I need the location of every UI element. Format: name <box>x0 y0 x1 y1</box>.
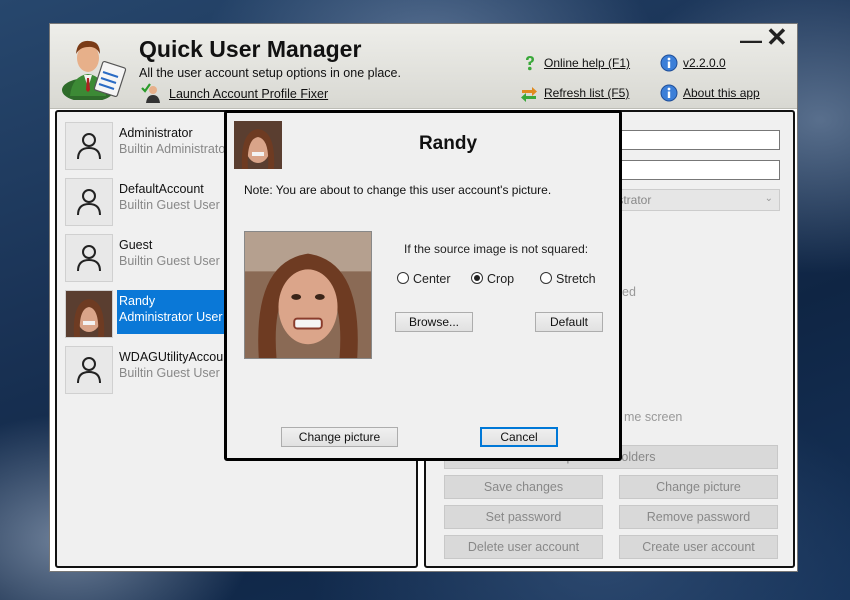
user-silhouette-icon <box>77 357 101 384</box>
radio-label: Stretch <box>556 272 596 286</box>
close-button[interactable]: ✕ <box>766 24 788 50</box>
avatar <box>65 178 113 226</box>
remove-password-button[interactable]: Remove password <box>619 505 778 529</box>
app-header: Quick User Manager All the user account … <box>50 24 797 109</box>
chevron-down-icon: ⌄ <box>764 193 773 204</box>
user-list-item[interactable]: WDAGUtilityAccount Builtin Guest User <box>65 346 235 396</box>
radio-circle <box>397 272 409 284</box>
dialog-note: Note: You are about to change this user … <box>244 183 552 197</box>
radio-circle-checked <box>471 272 483 284</box>
radio-label: Center <box>413 272 451 286</box>
cancel-button[interactable]: Cancel <box>480 427 558 447</box>
user-name: Randy <box>119 294 156 308</box>
user-list-item[interactable]: DefaultAccount Builtin Guest User <box>65 178 235 228</box>
user-manager-logo-icon <box>62 40 127 100</box>
default-button[interactable]: Default <box>535 312 603 332</box>
profile-fixer-link[interactable]: Launch Account Profile Fixer <box>169 87 328 101</box>
user-role: Builtin Administrator <box>119 142 230 156</box>
user-name: WDAGUtilityAccount <box>119 350 234 364</box>
option-text-partial: ed <box>622 285 636 299</box>
profile-fixer-icon <box>141 83 160 103</box>
change-picture-dialog: Randy Note: You are about to change this… <box>224 110 622 461</box>
user-role: Builtin Guest User <box>119 254 220 268</box>
app-title: Quick User Manager <box>139 36 362 62</box>
user-silhouette-icon <box>77 133 101 160</box>
save-changes-button[interactable]: Save changes <box>444 475 603 499</box>
about-info-icon <box>660 84 678 102</box>
user-list-item[interactable]: Guest Builtin Guest User <box>65 234 235 284</box>
avatar <box>65 290 113 338</box>
app-subtitle: All the user account setup options in on… <box>139 66 401 80</box>
refresh-icon <box>521 87 537 102</box>
online-help-link[interactable]: Online help (F1) <box>544 56 630 70</box>
user-photo-avatar <box>66 291 112 337</box>
user-name: DefaultAccount <box>119 182 204 196</box>
help-icon <box>526 56 534 71</box>
user-role: Administrator User <box>119 310 223 324</box>
version-info-icon <box>660 54 678 72</box>
browse-button[interactable]: Browse... <box>395 312 473 332</box>
change-picture-confirm-button[interactable]: Change picture <box>281 427 398 447</box>
dialog-title: Randy <box>418 133 478 154</box>
avatar <box>65 346 113 394</box>
minimize-button[interactable]: — <box>740 30 762 52</box>
about-app-link[interactable]: About this app <box>683 86 760 100</box>
version-link[interactable]: v2.2.0.0 <box>683 56 726 70</box>
delete-user-button[interactable]: Delete user account <box>444 535 603 559</box>
set-password-button[interactable]: Set password <box>444 505 603 529</box>
change-picture-button[interactable]: Change picture <box>619 475 778 499</box>
square-source-label: If the source image is not squared: <box>404 242 589 256</box>
user-role: Builtin Guest User <box>119 198 220 212</box>
user-list-item[interactable]: Administrator Builtin Administrator <box>65 122 235 172</box>
user-role: Builtin Guest User <box>119 366 220 380</box>
full-name-field[interactable]: y <box>601 130 780 150</box>
user-list-item-selected[interactable]: Randy Administrator User <box>65 290 237 340</box>
user-silhouette-icon <box>77 189 101 216</box>
radio-circle <box>540 272 552 284</box>
user-name: Administrator <box>119 126 193 140</box>
create-user-button[interactable]: Create user account <box>619 535 778 559</box>
account-type-select[interactable]: nistrator ⌄ <box>601 189 780 211</box>
welcome-screen-text-partial: me screen <box>624 410 683 424</box>
radio-label: Crop <box>487 272 515 286</box>
display-name-field[interactable]: y <box>601 160 780 180</box>
user-name: Guest <box>119 238 153 252</box>
avatar <box>65 234 113 282</box>
avatar <box>65 122 113 170</box>
picture-preview <box>244 231 372 359</box>
user-silhouette-icon <box>77 245 101 272</box>
refresh-list-link[interactable]: Refresh list (F5) <box>544 86 629 100</box>
